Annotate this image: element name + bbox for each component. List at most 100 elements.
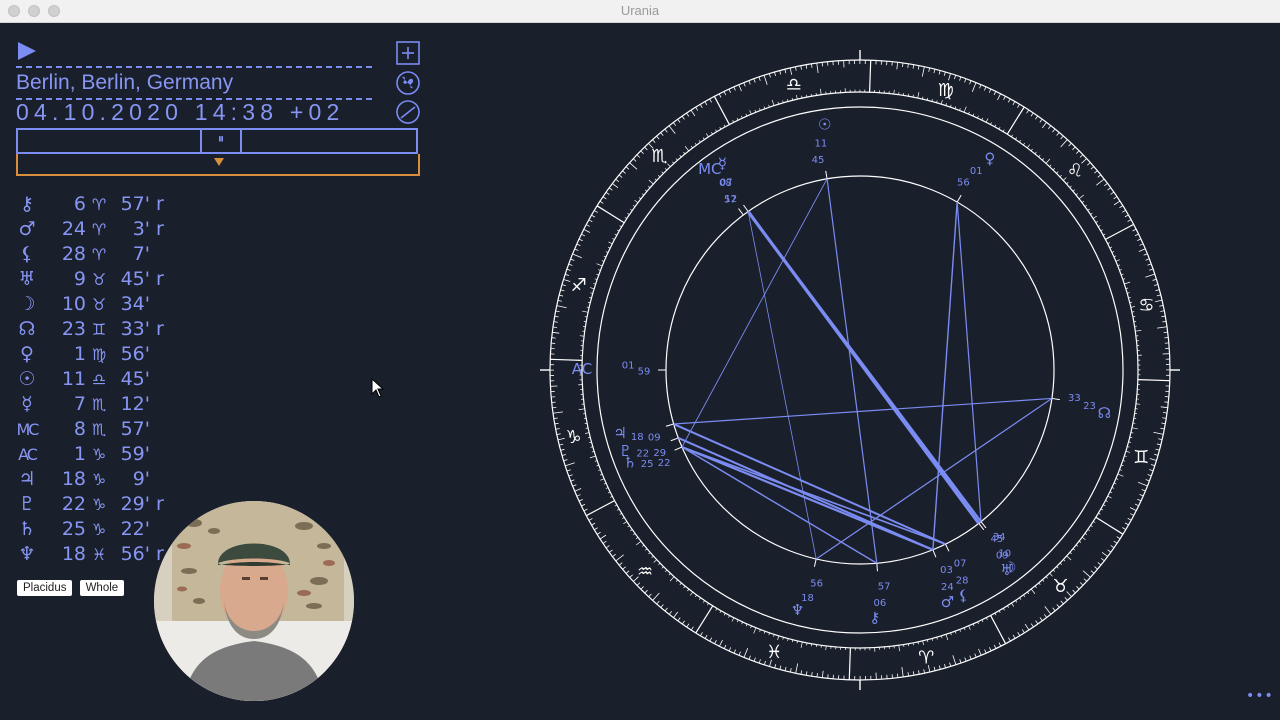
inner-degree-tick (1069, 552, 1072, 555)
inner-degree-tick (741, 621, 743, 625)
planet-degree-label[interactable]: 07 (954, 558, 967, 569)
planet-row-moon[interactable]: ☽ 10 ♉ 34' (16, 292, 166, 317)
planet-glyph-icon[interactable]: ☉ (818, 116, 831, 134)
time-offset-bar[interactable] (16, 154, 420, 176)
inner-degree-tick (1030, 148, 1033, 152)
degree-tick (1083, 578, 1088, 582)
planet-row-uranus[interactable]: ♅ 9 ♉ 45' r (16, 267, 166, 292)
pause-button[interactable]: ⏸ (200, 128, 242, 154)
whole-sign-button[interactable]: Whole (79, 580, 125, 596)
time-slider[interactable]: ⏸ (16, 128, 418, 154)
degree-tick (1149, 458, 1157, 461)
inner-degree-tick (641, 193, 645, 196)
planet-degree-label[interactable]: 03 (940, 565, 953, 576)
degree-tick (938, 665, 941, 670)
datetime-field[interactable]: 04.10.2020 14:38 +02 (16, 98, 386, 126)
degree-tick (677, 119, 681, 123)
placidus-button[interactable]: Placidus (17, 580, 73, 596)
more-options-icon[interactable]: ••• (1246, 688, 1274, 704)
planet-position-tick (1051, 397, 1060, 401)
planet-glyph-icon[interactable]: ♂ (941, 593, 954, 611)
planet-ring (596, 106, 1124, 634)
planet-degree: 7 (73, 393, 86, 415)
degree-tick (572, 484, 577, 487)
degree-tick (1008, 637, 1011, 642)
inner-degree-tick (1075, 544, 1079, 547)
planet-row-lilith[interactable]: ⚸ 28 ♈ 7' (16, 242, 166, 267)
planet-degree-label[interactable]: 24 (941, 582, 954, 593)
planet-degree-label[interactable]: 34 (993, 532, 1006, 543)
inner-degree-tick (689, 591, 694, 596)
planet-row-mercury[interactable]: ☿ 7 ♏ 12' (16, 392, 166, 417)
planet-degree-label[interactable]: 22 (636, 448, 649, 459)
sign-icon: ♓ (91, 545, 107, 564)
planet-degree-label[interactable]: 22 (658, 458, 671, 469)
planet-glyph-icon[interactable]: ☽ (1003, 559, 1016, 577)
planet-glyph-icon[interactable]: ♃ (613, 424, 626, 442)
planet-degree-label[interactable]: 09 (648, 433, 661, 444)
degree-tick (581, 503, 586, 507)
degree-tick (615, 554, 624, 562)
planet-degree-label[interactable]: 06 (874, 598, 887, 609)
location-globe-button[interactable] (395, 70, 421, 96)
degree-tick (969, 655, 972, 660)
planet-degree-label[interactable]: 57 (724, 194, 737, 205)
planet-degree-label[interactable]: 11 (814, 138, 827, 149)
planet-degree-label[interactable]: 56 (810, 579, 823, 590)
planet-degree-label[interactable]: 59 (638, 367, 651, 378)
inner-degree-tick (675, 158, 678, 161)
inner-degree-tick (820, 88, 822, 95)
degree-tick (586, 224, 590, 227)
planet-degree-label[interactable]: 56 (957, 177, 970, 188)
natal-chart-svg[interactable]: ♑♒♓ ♈♉♊♋♌♍♎♏♐ACMC0159♃ 18 09♇ 22 29♄ 25 22♆1856… (538, 48, 1182, 692)
degree-tick (681, 620, 685, 625)
planet-row-venus[interactable]: ♀ 1 ♍ 56' (16, 342, 166, 367)
planet-degree-label[interactable]: 28 (956, 575, 969, 586)
chart-wheel[interactable]: ♑ ♒ ♓ ♈ ♉ ♊ ♋ ♌ ♍ ♎ ♏ ♐ AC MC 01 59 ♃ 18 09 ♇ 22 29 ♄ 25 22 ♆ 18 56… (538, 48, 1182, 694)
planet-row-pluto[interactable]: ♇ 22 ♑ 29' r (16, 492, 166, 517)
planet-degree-label[interactable]: 01 (622, 361, 635, 372)
planet-row-mars[interactable]: ♂ 24 ♈ 3' r (16, 217, 166, 242)
planet-degree-label[interactable]: 57 (878, 582, 891, 593)
degree-tick (902, 62, 904, 68)
time-marker-icon[interactable] (214, 158, 224, 166)
planet-degree-label[interactable]: 01 (970, 166, 983, 177)
planet-degree-label[interactable]: 08 (719, 178, 732, 189)
planet-degree-label[interactable]: 33 (1068, 393, 1081, 404)
timezone-button[interactable] (395, 99, 421, 125)
planet-glyph-icon[interactable]: ☊ (1098, 404, 1111, 422)
degree-tick (673, 611, 679, 618)
planet-glyph-icon[interactable]: ⚷ (869, 609, 880, 627)
add-chart-button[interactable] (395, 40, 421, 66)
planet-row-mc[interactable]: MC 8 ♏ 57' (16, 417, 166, 442)
planet-row-ac[interactable]: AC 1 ♑ 59' (16, 442, 166, 467)
planet-row-neptune[interactable]: ♆ 18 ♓ 56' r (16, 542, 166, 567)
planet-degree-label[interactable]: 23 (1083, 401, 1096, 412)
inner-degree-tick (1087, 529, 1090, 532)
planet-degree-label[interactable]: 10 (998, 548, 1011, 559)
degree-tick (1160, 406, 1168, 409)
planet-glyph-icon[interactable]: ♀ (984, 150, 995, 168)
planet-row-sun[interactable]: ☉ 11 ♎ 45' (16, 367, 166, 392)
planet-degree-label[interactable]: 25 (641, 459, 654, 470)
inner-degree-tick (630, 529, 633, 532)
play-button[interactable] (16, 40, 38, 62)
degree-tick (738, 651, 741, 656)
planet-degree-label[interactable]: 18 (801, 593, 814, 604)
inner-degree-tick (1131, 427, 1138, 430)
degree-tick (594, 210, 598, 213)
planet-degree-label[interactable]: 18 (631, 432, 644, 443)
inner-degree-tick (672, 161, 675, 164)
saturn-symbol-icon: ♄ (18, 518, 36, 540)
planet-row-jupiter[interactable]: ♃ 18 ♑ 9' (16, 467, 166, 492)
location-field[interactable]: Berlin, Berlin, Germany (16, 66, 372, 100)
planet-glyph-icon[interactable]: ♄ (623, 454, 636, 472)
planet-degree-label[interactable]: 45 (812, 155, 825, 166)
planet-glyph-icon[interactable]: ☿ (718, 155, 727, 173)
planet-glyph-icon[interactable]: ⚸ (958, 586, 969, 604)
inner-degree-tick (654, 178, 657, 181)
planet-row-chiron[interactable]: ⚷ 6 ♈ 57' r (16, 192, 166, 217)
planet-row-node[interactable]: ☊ 23 ♊ 33' r (16, 317, 166, 342)
planet-row-saturn[interactable]: ♄ 25 ♑ 22' (16, 517, 166, 542)
degree-tick (758, 76, 761, 81)
